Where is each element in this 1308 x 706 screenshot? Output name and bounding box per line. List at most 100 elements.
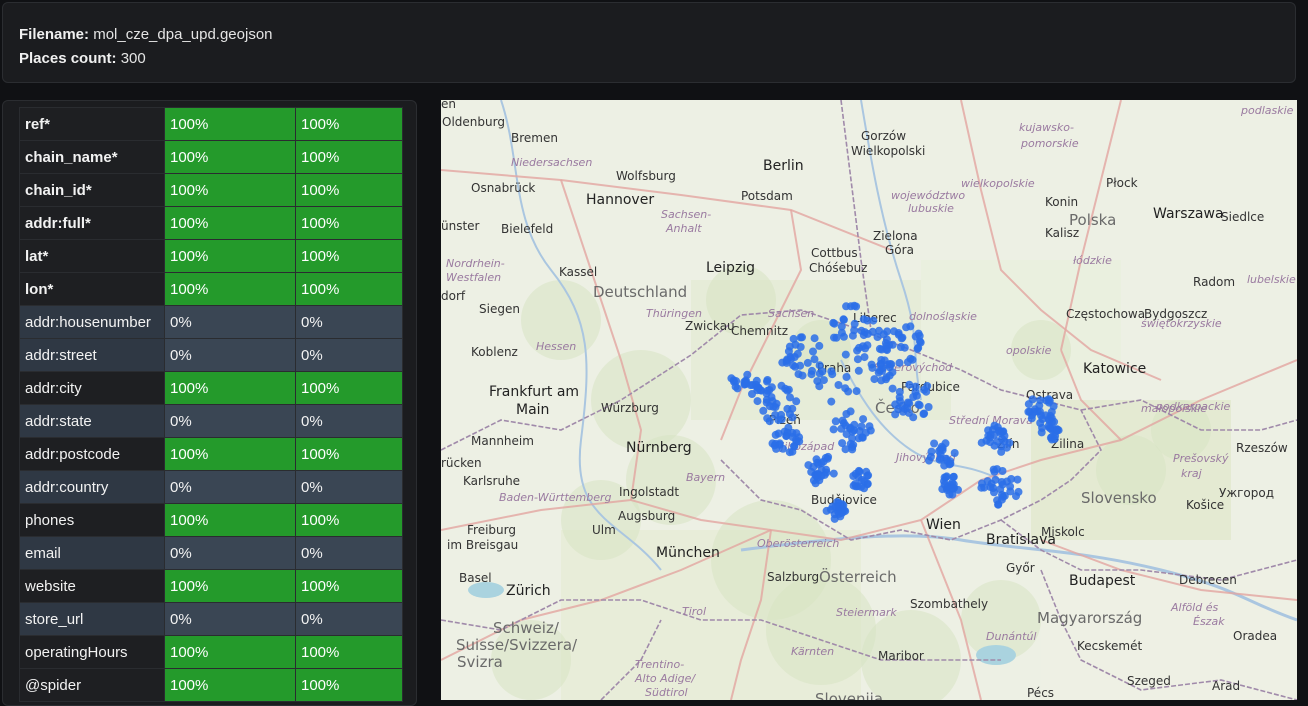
store-marker[interactable] bbox=[848, 434, 857, 443]
store-marker[interactable] bbox=[846, 423, 855, 432]
store-marker[interactable] bbox=[898, 333, 907, 342]
store-marker[interactable] bbox=[841, 350, 850, 359]
store-marker[interactable] bbox=[842, 410, 851, 418]
store-marker[interactable] bbox=[860, 353, 869, 362]
store-marker[interactable] bbox=[882, 373, 891, 382]
store-marker[interactable] bbox=[863, 341, 872, 350]
store-marker[interactable] bbox=[779, 444, 787, 453]
store-marker[interactable] bbox=[810, 334, 819, 343]
store-marker[interactable] bbox=[1024, 400, 1033, 409]
store-marker[interactable] bbox=[950, 449, 959, 457]
store-marker[interactable] bbox=[815, 341, 824, 350]
store-marker[interactable] bbox=[914, 329, 923, 338]
store-marker[interactable] bbox=[859, 415, 868, 424]
store-marker[interactable] bbox=[785, 342, 794, 351]
store-marker[interactable] bbox=[885, 360, 894, 368]
store-marker[interactable] bbox=[940, 480, 949, 489]
store-marker[interactable] bbox=[850, 319, 859, 328]
store-marker[interactable] bbox=[772, 444, 781, 453]
stats-table-panel[interactable]: ref* 100% 100% chain_name* 100% 100% chain_id*… bbox=[2, 100, 417, 706]
store-marker[interactable] bbox=[829, 425, 838, 434]
store-marker[interactable] bbox=[935, 455, 944, 464]
store-marker[interactable] bbox=[777, 415, 786, 424]
store-marker[interactable] bbox=[987, 479, 996, 488]
store-marker[interactable] bbox=[839, 315, 848, 324]
store-marker[interactable] bbox=[803, 358, 812, 367]
store-marker[interactable] bbox=[796, 333, 805, 342]
store-marker[interactable] bbox=[771, 430, 780, 439]
store-marker[interactable] bbox=[842, 373, 851, 381]
store-marker[interactable] bbox=[819, 376, 828, 385]
store-marker[interactable] bbox=[789, 334, 798, 343]
store-marker[interactable] bbox=[857, 422, 866, 431]
store-marker[interactable] bbox=[848, 331, 857, 340]
store-marker[interactable] bbox=[1012, 492, 1020, 501]
store-marker[interactable] bbox=[888, 384, 897, 393]
store-marker[interactable] bbox=[832, 333, 841, 342]
store-marker[interactable] bbox=[810, 355, 819, 364]
store-marker[interactable] bbox=[788, 428, 797, 437]
store-marker[interactable] bbox=[842, 302, 851, 311]
map-canvas[interactable]: Bremen Oldenburg Niedersachsen Hannover Osna… bbox=[441, 100, 1297, 700]
store-marker[interactable] bbox=[891, 400, 900, 409]
store-marker[interactable] bbox=[864, 471, 873, 480]
store-marker[interactable] bbox=[839, 332, 848, 341]
store-marker[interactable] bbox=[1007, 475, 1016, 483]
store-marker[interactable] bbox=[994, 500, 1003, 509]
store-marker[interactable] bbox=[748, 390, 756, 398]
store-marker[interactable] bbox=[909, 393, 918, 401]
store-marker[interactable] bbox=[855, 343, 863, 352]
store-marker[interactable] bbox=[852, 387, 861, 396]
store-marker[interactable] bbox=[814, 470, 823, 479]
store-marker[interactable] bbox=[743, 370, 752, 379]
store-marker[interactable] bbox=[794, 370, 803, 379]
store-marker[interactable] bbox=[753, 397, 762, 406]
store-marker[interactable] bbox=[1005, 438, 1014, 447]
store-marker[interactable] bbox=[1053, 425, 1062, 434]
store-marker[interactable] bbox=[990, 421, 999, 430]
store-marker[interactable] bbox=[791, 362, 800, 371]
store-marker[interactable] bbox=[911, 382, 920, 391]
store-marker[interactable] bbox=[829, 318, 838, 327]
store-marker[interactable] bbox=[837, 322, 846, 331]
store-marker[interactable] bbox=[823, 454, 832, 463]
store-marker[interactable] bbox=[793, 349, 802, 358]
store-marker[interactable] bbox=[989, 465, 998, 474]
store-marker[interactable] bbox=[815, 369, 824, 378]
store-marker[interactable] bbox=[860, 484, 869, 493]
store-marker[interactable] bbox=[900, 343, 909, 352]
store-marker[interactable] bbox=[765, 417, 774, 426]
store-marker[interactable] bbox=[808, 366, 816, 375]
store-marker[interactable] bbox=[882, 345, 891, 354]
store-marker[interactable] bbox=[809, 347, 817, 356]
store-marker[interactable] bbox=[942, 456, 951, 465]
store-marker[interactable] bbox=[844, 387, 853, 396]
store-marker[interactable] bbox=[919, 410, 928, 418]
store-marker[interactable] bbox=[954, 485, 962, 494]
store-marker[interactable] bbox=[937, 442, 946, 451]
store-marker[interactable] bbox=[924, 403, 933, 411]
store-marker[interactable] bbox=[863, 329, 872, 338]
store-marker[interactable] bbox=[867, 360, 876, 369]
store-marker[interactable] bbox=[732, 377, 741, 386]
store-marker[interactable] bbox=[831, 417, 840, 426]
store-marker[interactable] bbox=[849, 481, 858, 490]
store-marker[interactable] bbox=[925, 456, 933, 465]
map-view[interactable]: Bremen Oldenburg Niedersachsen Hannover Osna… bbox=[441, 100, 1297, 700]
store-marker[interactable] bbox=[852, 302, 861, 311]
store-marker[interactable] bbox=[903, 358, 912, 367]
store-marker[interactable] bbox=[998, 480, 1007, 489]
store-marker[interactable] bbox=[977, 438, 986, 447]
store-marker[interactable] bbox=[859, 315, 868, 324]
store-marker[interactable] bbox=[742, 379, 751, 388]
store-marker[interactable] bbox=[763, 377, 771, 386]
store-marker[interactable] bbox=[1044, 395, 1053, 404]
store-marker[interactable] bbox=[930, 439, 939, 448]
store-marker[interactable] bbox=[827, 397, 836, 406]
store-marker[interactable] bbox=[922, 387, 931, 396]
store-marker[interactable] bbox=[875, 366, 884, 375]
store-marker[interactable] bbox=[827, 367, 836, 376]
store-marker[interactable] bbox=[759, 406, 768, 415]
store-marker[interactable] bbox=[831, 502, 840, 511]
store-marker[interactable] bbox=[783, 386, 792, 395]
